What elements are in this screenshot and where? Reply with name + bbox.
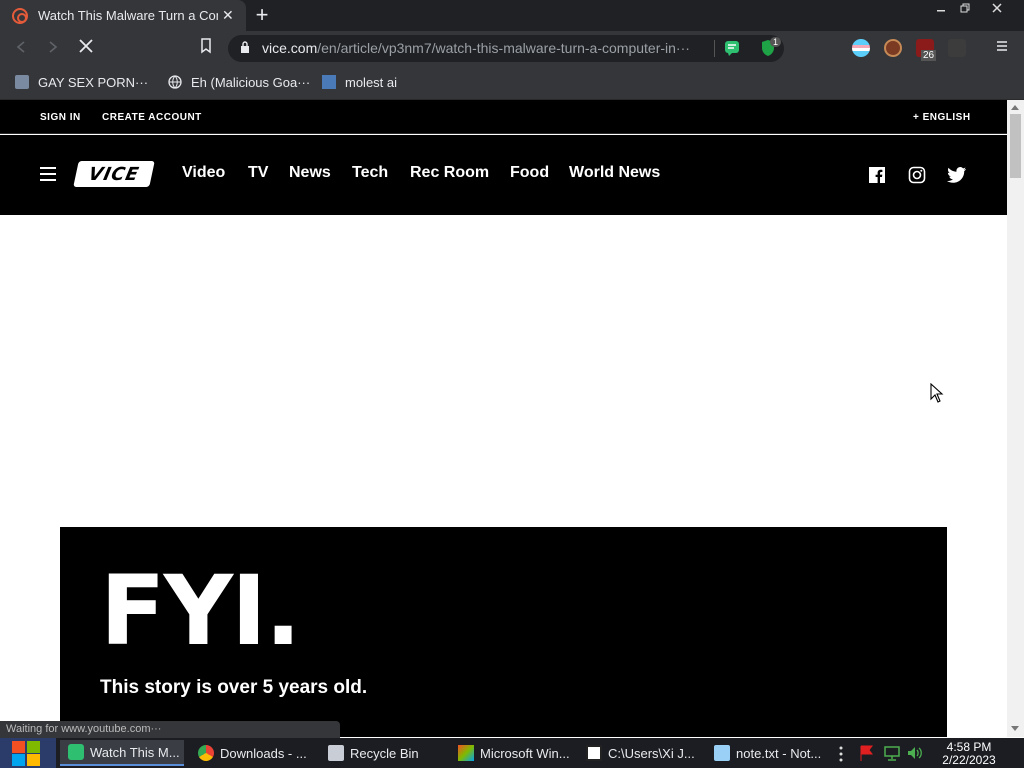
bookmark-item[interactable]: GAY SEX PORN··· — [15, 73, 148, 91]
puzzle-extension-icon[interactable] — [948, 39, 966, 57]
browser-menu-button[interactable] — [995, 39, 1009, 53]
taskbar-item-notepad[interactable]: note.txt - Not... — [706, 740, 828, 766]
close-icon — [992, 3, 1002, 13]
recycle-bin-icon — [328, 745, 344, 761]
bookmark-favicon-icon — [15, 75, 29, 89]
lock-icon — [241, 41, 249, 53]
vice-logo[interactable]: VICE — [73, 161, 155, 187]
new-tab-button[interactable]: + — [252, 3, 272, 27]
clock-date: 2/22/2023 — [942, 753, 996, 767]
minimize-icon — [937, 10, 945, 12]
windows-app-icon — [458, 745, 474, 761]
back-arrow-icon — [16, 41, 25, 53]
window-close-button[interactable] — [984, 0, 1010, 18]
fyi-subtext: This story is over 5 years old. — [100, 677, 368, 698]
scroll-down-arrow-icon[interactable] — [1011, 726, 1019, 731]
taskbar-item-recycle-bin[interactable]: Recycle Bin — [320, 740, 442, 766]
more-tray-icon[interactable] — [838, 746, 844, 762]
tab-title: Watch This Malware Turn a Com — [38, 8, 218, 23]
stop-loading-button[interactable] — [75, 37, 97, 59]
browser-titlebar: Watch This Malware Turn a Com ✕ + — [0, 0, 1024, 31]
mouse-pointer-icon — [930, 383, 944, 403]
taskbar-item-microsoft-windows[interactable]: Microsoft Win... — [450, 740, 572, 766]
browser-tab-active[interactable]: Watch This Malware Turn a Com ✕ — [0, 0, 246, 31]
nav-item-tv[interactable]: TV — [248, 164, 268, 182]
vice-favicon-icon — [12, 7, 28, 24]
sign-in-link[interactable]: SIGN IN — [40, 112, 81, 123]
forward-button[interactable] — [42, 37, 64, 59]
bookmarks-bar: GAY SEX PORN··· Eh (Malicious Goa··· mol… — [0, 65, 1024, 100]
7zip-icon — [586, 745, 602, 761]
site-navigation: VICE Video TV News Tech Rec Room Food Wo… — [0, 135, 1007, 215]
network-icon[interactable] — [883, 744, 901, 762]
twitter-icon[interactable] — [947, 166, 967, 184]
tab-close-icon[interactable]: ✕ — [222, 7, 234, 24]
nav-item-rec-room[interactable]: Rec Room — [410, 164, 489, 182]
browser-toolbar: vice.com/en/article/vp3nm7/watch-this-ma… — [0, 31, 1024, 65]
windows-logo-part — [27, 754, 40, 766]
bookmark-button[interactable] — [195, 37, 217, 59]
bookmark-favicon-icon — [322, 75, 336, 89]
restore-button[interactable] — [952, 0, 978, 18]
nav-item-food[interactable]: Food — [510, 164, 549, 182]
nav-item-video[interactable]: Video — [182, 164, 225, 182]
nav-item-world-news[interactable]: World News — [569, 164, 660, 182]
fyi-banner: FYI. This story is over 5 years old. — [60, 527, 947, 737]
avatar-extension-icon[interactable] — [884, 39, 902, 57]
flag-extension-icon[interactable] — [852, 39, 870, 57]
action-center-flag-icon[interactable] — [858, 744, 876, 762]
loading-status: Waiting for www.youtube.com··· — [0, 721, 340, 738]
bookmark-item[interactable]: Eh (Malicious Goa··· — [168, 73, 310, 91]
volume-icon[interactable] — [906, 744, 924, 762]
create-account-link[interactable]: CREATE ACCOUNT — [102, 112, 202, 123]
system-clock[interactable]: 4:58 PM 2/22/2023 — [938, 741, 1000, 767]
windows-logo-part — [27, 741, 40, 753]
facebook-icon[interactable] — [868, 166, 886, 184]
nav-item-tech[interactable]: Tech — [352, 164, 388, 182]
notepad-icon — [714, 745, 730, 761]
back-button[interactable] — [10, 37, 32, 59]
account-strip: SIGN IN CREATE ACCOUNT + ENGLISH — [0, 100, 1007, 134]
taskbar-item-downloads[interactable]: Downloads - ... — [190, 740, 312, 766]
page-scrollbar[interactable] — [1007, 100, 1024, 737]
web-page: SIGN IN CREATE ACCOUNT + ENGLISH VICE Vi… — [0, 100, 1007, 737]
windows-taskbar: Watch This M... Downloads - ... Recycle … — [0, 738, 1024, 768]
nav-item-news[interactable]: News — [289, 164, 331, 182]
language-link[interactable]: + ENGLISH — [913, 112, 971, 123]
taskbar-item-7zip[interactable]: C:\Users\Xi J... — [578, 740, 700, 766]
forward-arrow-icon — [49, 41, 58, 53]
chat-extension-icon[interactable] — [724, 40, 740, 56]
stop-icon — [79, 39, 93, 53]
chrome-icon — [198, 745, 214, 761]
taskbar-item-browser[interactable]: Watch This M... — [60, 740, 184, 766]
scroll-up-arrow-icon[interactable] — [1011, 105, 1019, 110]
hamburger-menu-icon[interactable] — [40, 167, 56, 181]
restore-icon — [960, 3, 970, 13]
minimize-button[interactable] — [928, 0, 954, 18]
bookmark-item[interactable]: molest ai — [322, 73, 397, 91]
scroll-thumb[interactable] — [1010, 114, 1021, 178]
url-text: vice.com/en/article/vp3nm7/watch-this-ma… — [262, 40, 690, 56]
instagram-icon[interactable] — [908, 166, 926, 184]
windows-logo-part — [12, 754, 25, 766]
windows-logo-icon — [12, 741, 25, 753]
globe-icon — [168, 75, 182, 89]
browser-app-icon — [68, 744, 84, 760]
bookmark-icon — [201, 38, 211, 54]
ublock-count-badge: 26 — [921, 50, 937, 61]
address-bar[interactable]: vice.com/en/article/vp3nm7/watch-this-ma… — [228, 35, 784, 62]
menu-icon — [997, 41, 1007, 51]
fyi-heading: FYI. — [100, 555, 301, 667]
start-button[interactable] — [0, 738, 56, 768]
extension-badge: 1 — [770, 37, 782, 47]
